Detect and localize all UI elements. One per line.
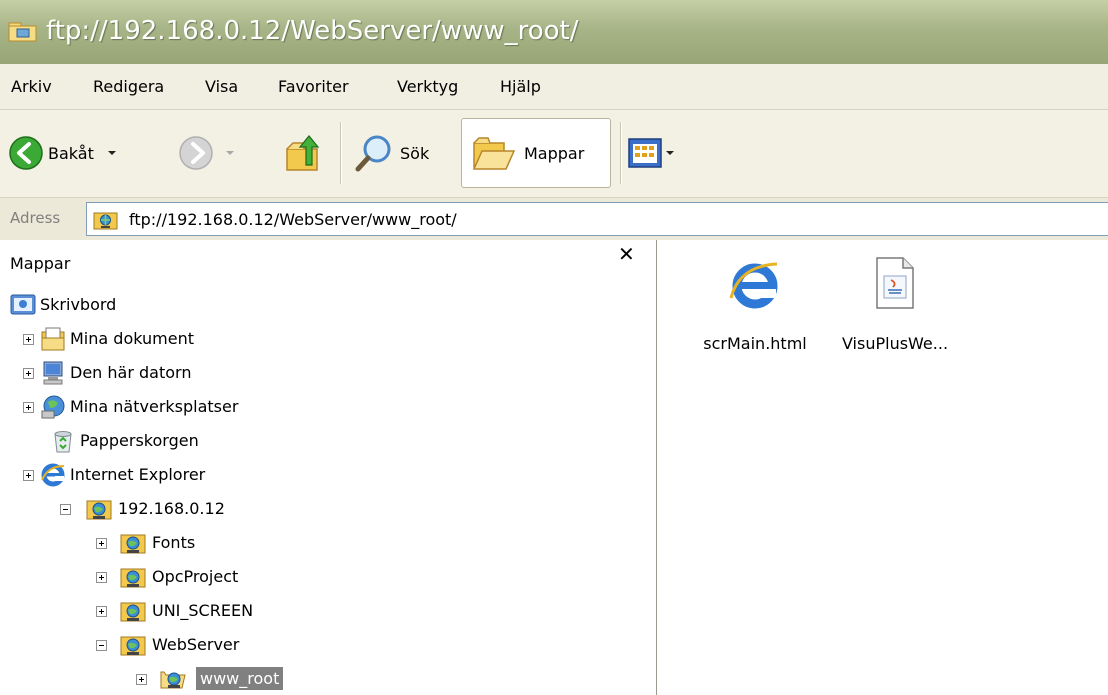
back-dropdown-icon[interactable] [107,151,116,155]
folders-pane: Mappar ✕ Skrivbord Mina dokument Den här… [0,240,657,695]
internet-explorer-icon [41,463,65,487]
tree-item-www-root[interactable]: www_root [0,662,656,695]
up-button[interactable] [284,118,328,188]
tree-item-opcproject[interactable]: OpcProject [0,560,656,594]
ftp-folder-icon [120,636,146,656]
menu-hjalp[interactable]: Hjälp [500,77,541,96]
tree-label-selected: www_root [196,667,284,690]
my-documents-icon [41,327,65,351]
collapse-icon[interactable] [96,640,107,651]
expand-icon[interactable] [96,572,107,583]
search-label: Sök [400,143,430,163]
address-bar: Adress ftp://192.168.0.12/WebServer/www_… [0,198,1108,240]
file-item-scrmain[interactable]: scrMain.html [685,246,825,366]
ftp-folder-icon [8,22,37,42]
tree-item-webserver[interactable]: WebServer [0,628,656,662]
tree-item-uni-screen[interactable]: UNI_SCREEN [0,594,656,628]
tree-label: Den här datorn [70,363,192,382]
forward-arrow-icon [179,136,213,170]
address-label: Adress [10,209,61,227]
network-places-icon [41,395,65,419]
recycle-bin-icon [54,431,72,453]
ftp-folder-icon [120,568,146,588]
menu-favoriter[interactable]: Favoriter [278,77,349,96]
file-name: scrMain.html [703,334,807,353]
menu-redigera[interactable]: Redigera [93,77,164,96]
tree-item-mina-dokument[interactable]: Mina dokument [0,322,656,356]
tree-item-fonts[interactable]: Fonts [0,526,656,560]
tree-label: Mina dokument [70,329,194,348]
tree-item-ftp-server[interactable]: 192.168.0.12 [0,492,656,526]
expand-icon[interactable] [136,674,147,685]
toolbar-separator [620,122,622,184]
tree-label: Skrivbord [40,295,117,314]
my-computer-icon [43,361,63,385]
folders-icon [472,137,516,170]
address-field[interactable]: ftp://192.168.0.12/WebServer/www_root/ [86,202,1108,236]
expand-icon[interactable] [23,368,34,379]
file-list-pane: scrMain.html VisuPlusWe... [657,240,1108,695]
java-file-icon [876,257,914,309]
search-button[interactable]: Sök [354,118,450,188]
folders-label: Mappar [524,143,585,163]
back-label: Bakåt [48,143,94,163]
toolbar: Bakåt Sök Mappar [0,110,1108,198]
close-icon[interactable]: ✕ [618,244,635,264]
tree-label: Fonts [152,533,196,552]
menu-visa[interactable]: Visa [205,77,238,96]
tree-label: Mina nätverksplatser [70,397,239,416]
file-item-visuplus[interactable]: VisuPlusWe... [825,246,965,366]
menu-verktyg[interactable]: Verktyg [397,77,458,96]
views-grid-icon [628,138,662,168]
forward-dropdown-icon[interactable] [226,151,234,155]
search-icon [355,135,391,172]
address-value[interactable]: ftp://192.168.0.12/WebServer/www_root/ [129,210,457,229]
expand-icon[interactable] [23,402,34,413]
desktop-icon [10,294,36,315]
folders-button[interactable]: Mappar [461,118,611,188]
menu-arkiv[interactable]: Arkiv [11,77,52,96]
ftp-server-icon [86,500,112,520]
toolbar-separator [340,122,342,184]
ftp-folder-icon [93,212,118,230]
expand-icon[interactable] [23,334,34,345]
tree-item-skrivbord[interactable]: Skrivbord [0,288,656,322]
views-button[interactable] [628,118,698,188]
collapse-icon[interactable] [60,504,71,515]
tree-label: Internet Explorer [70,465,206,484]
tree-item-internet-explorer[interactable]: Internet Explorer [0,458,656,492]
folder-up-icon [286,135,320,171]
expand-icon[interactable] [96,606,107,617]
tree-label: 192.168.0.12 [118,499,225,518]
tree-item-mina-natverksplatser[interactable]: Mina nätverksplatser [0,390,656,424]
ftp-folder-icon [120,602,146,622]
ftp-folder-icon [120,534,146,554]
menu-bar: Arkiv Redigera Visa Favoriter Verktyg Hj… [0,64,1108,110]
tree-label: OpcProject [152,567,239,586]
folders-pane-header: Mappar ✕ [0,240,656,284]
file-name: VisuPlusWe... [841,334,949,353]
views-dropdown-icon[interactable] [666,151,674,155]
tree-item-den-har-datorn[interactable]: Den här datorn [0,356,656,390]
explorer-window: ftp://192.168.0.12/WebServer/www_root/ A… [0,0,1108,695]
tree-item-papperskorgen[interactable]: Papperskorgen [0,424,656,458]
title-bar[interactable]: ftp://192.168.0.12/WebServer/www_root/ [0,0,1108,64]
html-file-icon [729,262,778,309]
ftp-folder-open-icon [160,671,186,689]
tree-label: UNI_SCREEN [152,601,254,620]
window-title: ftp://192.168.0.12/WebServer/www_root/ [46,16,579,46]
folders-pane-title: Mappar [10,254,71,273]
back-button[interactable]: Bakåt [8,118,168,188]
forward-button[interactable] [178,118,258,188]
tree-label: Papperskorgen [80,431,199,450]
expand-icon[interactable] [23,470,34,481]
tree-label: WebServer [152,635,240,654]
expand-icon[interactable] [96,538,107,549]
back-arrow-icon [9,136,43,170]
